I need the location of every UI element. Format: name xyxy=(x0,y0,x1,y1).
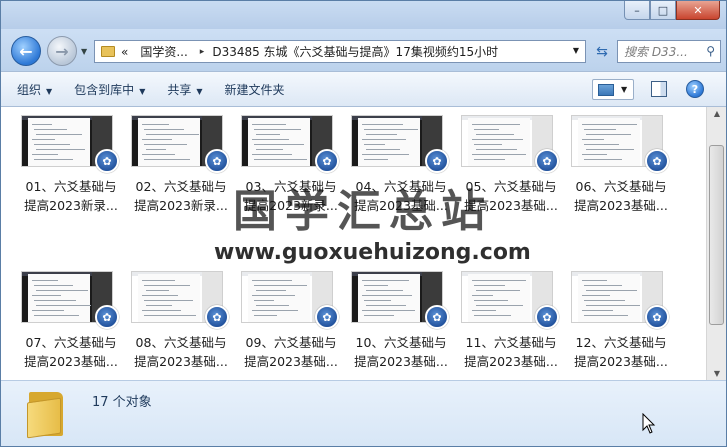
preview-pane-icon[interactable] xyxy=(651,81,667,97)
organize-label: 组织 xyxy=(17,82,42,97)
file-name: 10、六爻基础与 提高2023基础... xyxy=(349,333,453,371)
share-menu[interactable]: 共享 ▼ xyxy=(167,81,202,98)
item-count: 17 个对象 xyxy=(92,395,152,410)
file-name-line: 提高2023新录... xyxy=(244,198,338,213)
file-name: 09、六爻基础与 提高2023基础... xyxy=(239,333,343,371)
command-toolbar: 组织 ▼ 包含到库中 ▼ 共享 ▼ 新建文件夹 ▼ ? xyxy=(1,71,726,107)
video-file-icon: ✿ xyxy=(315,305,339,329)
search-input[interactable]: 搜索 D33... ⚲ xyxy=(617,40,721,63)
file-name-line: 提高2023基础... xyxy=(244,354,338,369)
chevron-down-icon[interactable]: ▼ xyxy=(621,85,627,94)
file-name-line: 提高2023基础... xyxy=(574,354,668,369)
video-file-icon: ✿ xyxy=(425,149,449,173)
close-button[interactable]: ✕ xyxy=(676,1,720,20)
video-file-icon: ✿ xyxy=(645,149,669,173)
video-file-icon: ✿ xyxy=(535,305,559,329)
title-bar: – □ ✕ xyxy=(1,1,726,29)
video-file-icon: ✿ xyxy=(205,149,229,173)
recent-pages-dropdown-icon[interactable]: ▼ xyxy=(81,47,87,56)
file-name-line: 提高2023新录... xyxy=(134,198,228,213)
view-icon xyxy=(598,83,614,96)
file-name-line: 提高2023基础... xyxy=(24,354,118,369)
folder-icon xyxy=(27,388,65,439)
explorer-window: – □ ✕ ← → ▼ « 国学资... ▸ D33485 东城《六爻基础与提高… xyxy=(0,0,727,447)
refresh-icon[interactable]: ⇆ xyxy=(590,40,614,63)
file-name-line: 09、六爻基础与 xyxy=(245,335,337,350)
file-name-line: 04、六爻基础与 xyxy=(355,179,447,194)
search-placeholder: 搜索 D33... xyxy=(624,45,688,59)
watermark-url: www.guoxuehuizong.com xyxy=(214,240,531,265)
navigation-bar: ← → ▼ « 国学资... ▸ D33485 东城《六爻基础与提高》17集视频… xyxy=(1,29,726,71)
file-name-line: 05、六爻基础与 xyxy=(465,179,557,194)
file-name: 12、六爻基础与 提高2023基础... xyxy=(569,333,673,371)
video-file-icon: ✿ xyxy=(425,305,449,329)
chevron-down-icon: ▼ xyxy=(46,86,53,96)
file-name: 02、六爻基础与 提高2023新录... xyxy=(129,177,233,215)
breadcrumb-parent[interactable]: 国学资... xyxy=(140,43,187,60)
video-file-icon: ✿ xyxy=(645,305,669,329)
file-name: 01、六爻基础与 提高2023新录... xyxy=(19,177,123,215)
file-name-line: 提高2023基础... xyxy=(134,354,228,369)
video-file-icon: ✿ xyxy=(205,305,229,329)
organize-menu[interactable]: 组织 ▼ xyxy=(17,81,52,98)
file-name-line: 06、六爻基础与 xyxy=(575,179,667,194)
file-name: 04、六爻基础与 提高2023基础... xyxy=(349,177,453,215)
file-name-line: 提高2023基础... xyxy=(354,354,448,369)
file-name-line: 提高2023基础... xyxy=(574,198,668,213)
forward-button[interactable]: → xyxy=(47,36,77,66)
caption-buttons: – □ ✕ xyxy=(624,1,720,20)
file-name-line: 提高2023基础... xyxy=(354,198,448,213)
share-label: 共享 xyxy=(167,82,192,97)
breadcrumb-separator-icon[interactable]: ▸ xyxy=(200,47,205,57)
maximize-button[interactable]: □ xyxy=(650,1,676,20)
scroll-down-icon[interactable]: ▼ xyxy=(707,369,726,378)
file-name-line: 08、六爻基础与 xyxy=(135,335,227,350)
folder-icon xyxy=(101,46,115,57)
help-icon[interactable]: ? xyxy=(686,80,704,98)
details-pane: 17 个对象 xyxy=(1,380,726,446)
back-button[interactable]: ← xyxy=(11,36,41,66)
file-name-line: 10、六爻基础与 xyxy=(355,335,447,350)
file-name: 11、六爻基础与 提高2023基础... xyxy=(459,333,563,371)
file-name-line: 03、六爻基础与 xyxy=(245,179,337,194)
file-name-line: 提高2023新录... xyxy=(24,198,118,213)
file-name-line: 提高2023基础... xyxy=(464,354,558,369)
file-name: 06、六爻基础与 提高2023基础... xyxy=(569,177,673,215)
file-name: 08、六爻基础与 提高2023基础... xyxy=(129,333,233,371)
video-file-icon: ✿ xyxy=(535,149,559,173)
include-in-library-label: 包含到库中 xyxy=(74,82,135,97)
chevron-down-icon: ▼ xyxy=(139,86,146,96)
file-name: 07、六爻基础与 提高2023基础... xyxy=(19,333,123,371)
address-bar[interactable]: « 国学资... ▸ D33485 东城《六爻基础与提高》17集视频约15小时 … xyxy=(94,40,586,63)
video-file-icon: ✿ xyxy=(95,149,119,173)
search-icon[interactable]: ⚲ xyxy=(706,44,715,58)
scrollbar-thumb[interactable] xyxy=(709,145,724,325)
new-folder-button[interactable]: 新建文件夹 xyxy=(225,81,285,98)
file-name-line: 02、六爻基础与 xyxy=(135,179,227,194)
breadcrumb-overflow[interactable]: « xyxy=(121,45,128,59)
file-view: ✿ 12、六爻基础与 提高2023基础... ✿ 11、六爻基础与 提高2023基础...… xyxy=(1,107,706,380)
change-view-button[interactable]: ▼ xyxy=(592,79,634,100)
vertical-scrollbar[interactable]: ▲ ▼ xyxy=(706,107,726,380)
file-name-line: 12、六爻基础与 xyxy=(575,335,667,350)
minimize-button[interactable]: – xyxy=(624,1,650,20)
scroll-up-icon[interactable]: ▲ xyxy=(707,109,726,118)
address-dropdown-icon[interactable]: ▼ xyxy=(573,46,579,55)
video-file-icon: ✿ xyxy=(95,305,119,329)
file-name-line: 11、六爻基础与 xyxy=(465,335,557,350)
chevron-down-icon: ▼ xyxy=(196,86,203,96)
file-name: 05、六爻基础与 提高2023基础... xyxy=(459,177,563,215)
file-name-line: 提高2023基础... xyxy=(464,198,558,213)
file-name-line: 01、六爻基础与 xyxy=(25,179,117,194)
include-in-library-menu[interactable]: 包含到库中 ▼ xyxy=(74,81,145,98)
file-name: 03、六爻基础与 提高2023新录... xyxy=(239,177,343,215)
file-name-line: 07、六爻基础与 xyxy=(25,335,117,350)
breadcrumb-current[interactable]: D33485 东城《六爻基础与提高》17集视频约15小时 xyxy=(212,43,498,60)
video-file-icon: ✿ xyxy=(315,149,339,173)
